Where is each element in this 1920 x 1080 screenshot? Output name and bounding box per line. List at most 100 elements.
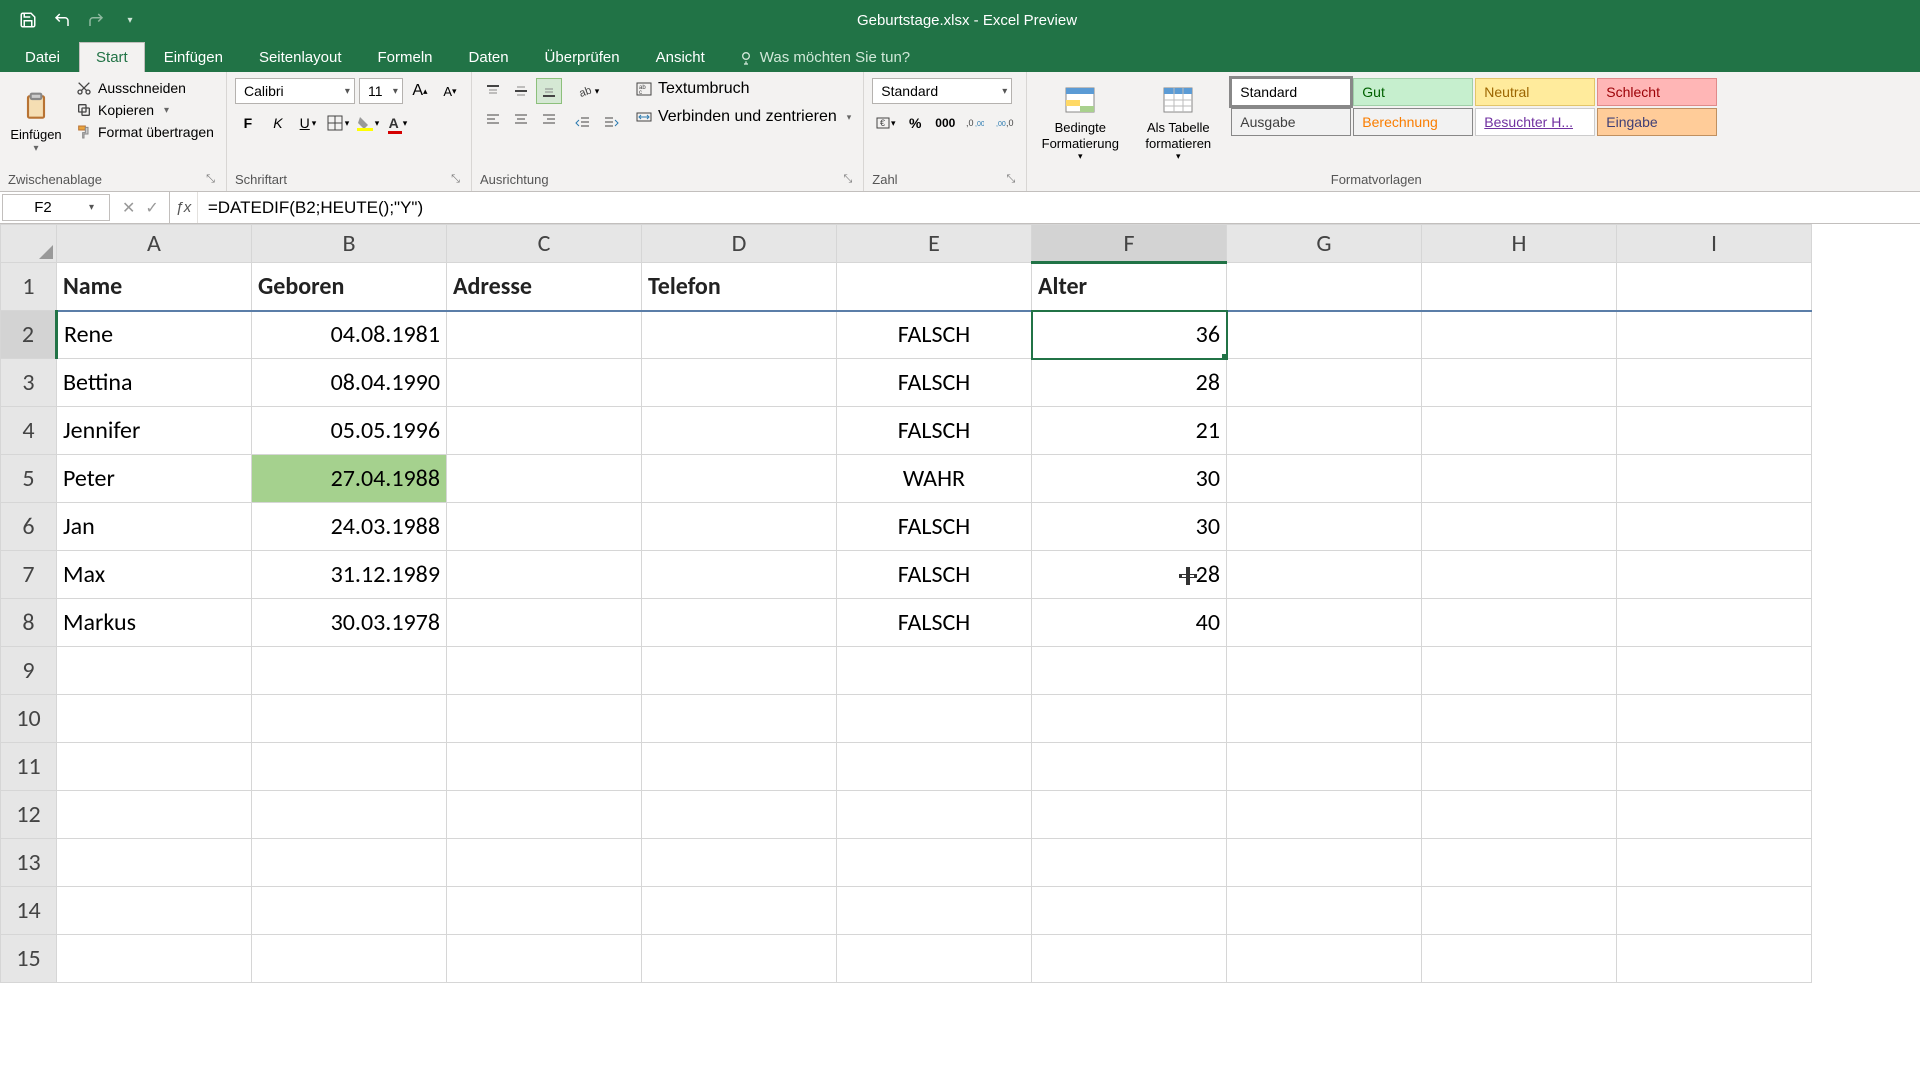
cell[interactable]	[1032, 647, 1227, 695]
cell[interactable]	[1227, 359, 1422, 407]
font-color-button[interactable]: A▾	[385, 110, 411, 136]
merge-center-button[interactable]: Verbinden und zentrieren ▾	[632, 106, 855, 128]
cell[interactable]	[642, 311, 837, 359]
customize-qat-icon[interactable]: ▾	[118, 8, 142, 32]
cell[interactable]: 08.04.1990	[252, 359, 447, 407]
cell[interactable]	[1032, 839, 1227, 887]
cell[interactable]: Name	[57, 263, 252, 311]
cell[interactable]	[447, 503, 642, 551]
cell[interactable]	[1422, 311, 1617, 359]
cell-style-tile[interactable]: Besuchter H...	[1475, 108, 1595, 136]
cell[interactable]	[252, 647, 447, 695]
cell[interactable]: 30	[1032, 455, 1227, 503]
cell[interactable]	[252, 887, 447, 935]
cell[interactable]	[1422, 359, 1617, 407]
bold-button[interactable]: F	[235, 110, 261, 136]
undo-icon[interactable]	[50, 8, 74, 32]
align-middle-icon[interactable]	[508, 78, 534, 104]
row-header[interactable]: 12	[1, 791, 57, 839]
ribbon-tab-ansicht[interactable]: Ansicht	[639, 42, 722, 72]
redo-icon[interactable]	[84, 8, 108, 32]
font-name-combo[interactable]: Calibri▾	[235, 78, 355, 104]
align-center-icon[interactable]	[508, 106, 534, 132]
cell[interactable]	[1422, 791, 1617, 839]
cell[interactable]	[1227, 743, 1422, 791]
font-dialog-launcher-icon[interactable]: ⤡	[448, 173, 463, 186]
row-header[interactable]: 2	[1, 311, 57, 359]
align-bottom-icon[interactable]	[536, 78, 562, 104]
cell[interactable]: Jennifer	[57, 407, 252, 455]
number-format-combo[interactable]: Standard▾	[872, 78, 1012, 104]
cell[interactable]	[1422, 551, 1617, 599]
cell[interactable]: 36	[1032, 311, 1227, 359]
cell[interactable]	[1227, 887, 1422, 935]
cell[interactable]	[1032, 695, 1227, 743]
select-all-corner[interactable]	[1, 225, 57, 263]
cell[interactable]	[57, 647, 252, 695]
cell[interactable]: FALSCH	[837, 407, 1032, 455]
cell-styles-gallery[interactable]: StandardGutNeutralSchlechtAusgabeBerechn…	[1231, 78, 1717, 136]
cell[interactable]	[447, 887, 642, 935]
cell[interactable]	[1617, 599, 1812, 647]
cell[interactable]	[1227, 935, 1422, 983]
cell[interactable]	[447, 695, 642, 743]
decrease-indent-icon[interactable]	[570, 110, 596, 136]
cell[interactable]	[1422, 503, 1617, 551]
cell-style-tile[interactable]: Ausgabe	[1231, 108, 1351, 136]
cell[interactable]	[837, 263, 1032, 311]
wrap-text-button[interactable]: abc Textumbruch	[632, 78, 855, 100]
column-header[interactable]: B	[252, 225, 447, 263]
decrease-font-icon[interactable]: A▾	[437, 78, 463, 104]
cell[interactable]	[57, 695, 252, 743]
cell[interactable]: Peter	[57, 455, 252, 503]
fx-icon[interactable]: ƒx	[170, 192, 198, 223]
cell[interactable]	[642, 935, 837, 983]
ribbon-tab-seitenlayout[interactable]: Seitenlayout	[242, 42, 359, 72]
format-as-table-button[interactable]: Als Tabelle formatieren▾	[1133, 78, 1223, 168]
italic-button[interactable]: K	[265, 110, 291, 136]
align-left-icon[interactable]	[480, 106, 506, 132]
cell[interactable]: Jan	[57, 503, 252, 551]
cell[interactable]	[837, 647, 1032, 695]
column-header[interactable]: D	[642, 225, 837, 263]
cell[interactable]: WAHR	[837, 455, 1032, 503]
cell[interactable]	[1227, 695, 1422, 743]
cell[interactable]	[642, 695, 837, 743]
cell[interactable]: 24.03.1988	[252, 503, 447, 551]
align-top-icon[interactable]	[480, 78, 506, 104]
cell[interactable]	[1617, 311, 1812, 359]
cell-style-tile[interactable]: Standard	[1231, 78, 1351, 106]
align-right-icon[interactable]	[536, 106, 562, 132]
cell[interactable]: 28	[1032, 551, 1227, 599]
number-dialog-launcher-icon[interactable]: ⤡	[1003, 173, 1018, 186]
clipboard-dialog-launcher-icon[interactable]: ⤡	[203, 173, 218, 186]
accounting-format-icon[interactable]: €▾	[872, 110, 898, 136]
name-box-dropdown-icon[interactable]: ▾	[83, 202, 100, 213]
name-box-input[interactable]	[3, 199, 83, 216]
cell[interactable]	[252, 695, 447, 743]
row-header[interactable]: 11	[1, 743, 57, 791]
cell[interactable]	[642, 791, 837, 839]
cell[interactable]: 05.05.1996	[252, 407, 447, 455]
underline-button[interactable]: U▾	[295, 110, 321, 136]
cell[interactable]	[1032, 743, 1227, 791]
cell[interactable]	[1422, 743, 1617, 791]
cell[interactable]	[837, 743, 1032, 791]
cell-style-tile[interactable]: Neutral	[1475, 78, 1595, 106]
alignment-dialog-launcher-icon[interactable]: ⤡	[840, 173, 855, 186]
cell[interactable]	[1617, 455, 1812, 503]
cell[interactable]: 31.12.1989	[252, 551, 447, 599]
cell[interactable]: 30	[1032, 503, 1227, 551]
cell-style-tile[interactable]: Schlecht	[1597, 78, 1717, 106]
cell[interactable]	[1617, 935, 1812, 983]
cell[interactable]	[447, 791, 642, 839]
font-size-combo[interactable]: 11▾	[359, 78, 403, 104]
cell[interactable]	[252, 743, 447, 791]
orientation-button[interactable]: ab▾	[570, 78, 606, 104]
row-header[interactable]: 5	[1, 455, 57, 503]
cell[interactable]	[57, 935, 252, 983]
cell-style-tile[interactable]: Berechnung	[1353, 108, 1473, 136]
row-header[interactable]: 13	[1, 839, 57, 887]
cell[interactable]	[1422, 407, 1617, 455]
cell[interactable]	[1032, 887, 1227, 935]
